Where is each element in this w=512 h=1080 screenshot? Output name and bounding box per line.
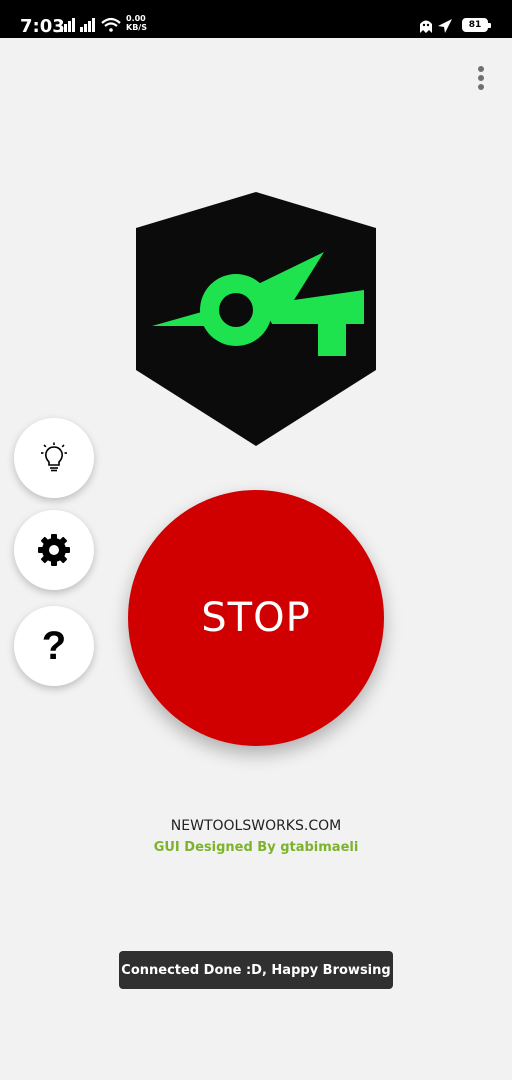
navigation-icon — [438, 19, 452, 33]
help-button[interactable]: ? — [14, 606, 94, 686]
more-options-button[interactable] — [470, 62, 492, 94]
status-time: 7:03 — [20, 16, 65, 37]
wifi-icon — [101, 17, 121, 32]
stop-label: STOP — [201, 595, 311, 641]
tips-button[interactable] — [14, 418, 94, 498]
gear-icon — [38, 534, 70, 566]
stop-button[interactable]: STOP — [128, 490, 384, 746]
site-name: NEWTOOLSWORKS.COM — [170, 818, 342, 834]
app-logo — [136, 192, 376, 446]
status-bar: 7:03 0.00 KB/S 81 — [0, 0, 512, 38]
net-speed-value: 0.00 — [126, 14, 146, 23]
more-vert-dot — [478, 75, 484, 81]
status-notification-icons — [420, 19, 452, 33]
settings-button[interactable] — [14, 510, 94, 590]
signal-wifi-icons — [60, 17, 121, 32]
ghost-icon — [420, 20, 432, 33]
help-icon: ? — [41, 623, 67, 668]
lightbulb-icon — [41, 442, 67, 472]
more-vert-icon — [478, 66, 484, 72]
more-vert-dot — [478, 84, 484, 90]
net-speed: 0.00 KB/S — [126, 14, 147, 32]
toast-message: Connected Done :D, Happy Browsing — [119, 951, 393, 989]
battery-icon: 81 — [462, 18, 491, 32]
designer-credit: GUI Designed By gtabimaeli — [153, 840, 359, 855]
signal-icon — [60, 18, 75, 32]
signal-icon-2 — [80, 18, 95, 32]
net-speed-unit: KB/S — [126, 23, 147, 32]
